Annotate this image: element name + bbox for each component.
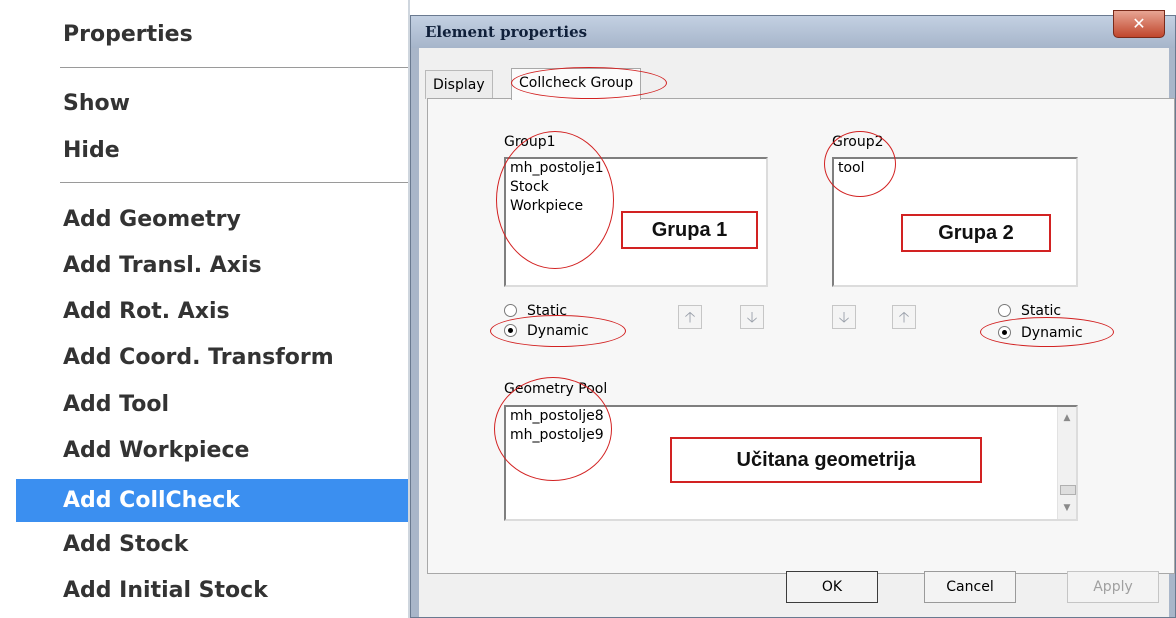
group2-listbox[interactable]: tool Grupa 2 bbox=[832, 157, 1078, 287]
menu-item-add-stock[interactable]: Add Stock bbox=[16, 525, 408, 565]
menu-item-add-initial-stock[interactable]: Add Initial Stock bbox=[16, 571, 408, 611]
apply-button[interactable]: Apply bbox=[1067, 571, 1159, 603]
annotation-box-pool: Učitana geometrija bbox=[670, 437, 982, 483]
radio-circle-icon bbox=[998, 303, 1011, 317]
arrow-down-icon: 🡣 bbox=[838, 308, 850, 326]
move-down-group1-button[interactable]: 🡣 bbox=[740, 305, 764, 329]
arrow-up-icon: 🡡 bbox=[898, 308, 910, 326]
geometry-pool-label: Geometry Pool bbox=[504, 381, 608, 397]
group1-label: Group1 bbox=[504, 134, 556, 150]
close-x-icon: ✕ bbox=[1132, 14, 1146, 33]
close-button[interactable]: ✕ bbox=[1113, 10, 1165, 38]
group1-dynamic-radio[interactable]: Dynamic bbox=[504, 321, 589, 341]
list-item[interactable]: tool bbox=[834, 159, 1076, 178]
menu-item-add-tool[interactable]: Add Tool bbox=[16, 385, 408, 425]
radio-selected-icon bbox=[504, 323, 517, 337]
menu-item-properties[interactable]: Properties bbox=[16, 15, 408, 55]
menu-item-add-rot-axis[interactable]: Add Rot. Axis bbox=[16, 292, 408, 332]
move-up-group1-button[interactable]: 🡡 bbox=[678, 305, 702, 329]
menu-item-add-coord-transform[interactable]: Add Coord. Transform bbox=[16, 338, 408, 378]
list-item[interactable]: mh_postolje8 bbox=[506, 407, 1076, 426]
list-item[interactable]: Stock bbox=[506, 178, 766, 197]
annotation-box-group1: Grupa 1 bbox=[621, 211, 758, 249]
arrow-down-icon: 🡣 bbox=[746, 308, 758, 326]
move-up-group2-button[interactable]: 🡡 bbox=[892, 305, 916, 329]
ok-button[interactable]: OK bbox=[786, 571, 878, 603]
group2-dynamic-radio[interactable]: Dynamic bbox=[998, 323, 1083, 343]
group2-label: Group2 bbox=[832, 134, 884, 150]
scroll-down-icon[interactable]: ▼ bbox=[1058, 499, 1076, 517]
radio-circle-icon bbox=[504, 303, 517, 317]
element-properties-dialog: Element properties ✕ Display Collcheck G… bbox=[410, 10, 1176, 618]
list-item[interactable]: mh_postolje1 bbox=[506, 159, 766, 178]
scroll-up-icon[interactable]: ▲ bbox=[1058, 409, 1076, 427]
scroll-thumb[interactable] bbox=[1060, 485, 1076, 495]
tab-display[interactable]: Display bbox=[425, 70, 493, 99]
menu-item-add-geometry[interactable]: Add Geometry bbox=[16, 200, 408, 240]
collcheck-group-panel: Group1 mh_postolje1 Stock Workpiece Grup… bbox=[427, 98, 1175, 574]
menu-item-add-collcheck[interactable]: Add CollCheck bbox=[16, 479, 408, 522]
menu-item-add-transl-axis[interactable]: Add Transl. Axis bbox=[16, 246, 408, 286]
group1-static-radio[interactable]: Static bbox=[504, 301, 567, 321]
tab-collcheck-group[interactable]: Collcheck Group bbox=[511, 68, 642, 100]
move-down-group2-button[interactable]: 🡣 bbox=[832, 305, 856, 329]
context-menu: Properties Show Hide Add Geometry Add Tr… bbox=[0, 0, 410, 618]
cancel-button[interactable]: Cancel bbox=[924, 571, 1016, 603]
dialog-client-area: Display Collcheck Group Group1 mh_postol… bbox=[419, 48, 1175, 617]
menu-item-add-workpiece[interactable]: Add Workpiece bbox=[16, 431, 408, 471]
menu-separator bbox=[60, 67, 410, 68]
group2-static-radio[interactable]: Static bbox=[998, 301, 1061, 321]
menu-item-hide[interactable]: Hide bbox=[16, 131, 408, 171]
dialog-title: Element properties bbox=[425, 23, 588, 41]
pool-scrollbar[interactable]: ▲ ▼ bbox=[1057, 407, 1076, 519]
menu-item-show[interactable]: Show bbox=[16, 84, 408, 124]
geometry-pool-listbox[interactable]: mh_postolje8 mh_postolje9 Učitana geomet… bbox=[504, 405, 1078, 521]
radio-selected-icon bbox=[998, 325, 1011, 339]
arrow-up-icon: 🡡 bbox=[684, 308, 696, 326]
group1-listbox[interactable]: mh_postolje1 Stock Workpiece Grupa 1 bbox=[504, 157, 768, 287]
dialog-titlebar[interactable]: Element properties ✕ bbox=[411, 10, 1175, 48]
menu-separator bbox=[60, 182, 410, 183]
annotation-box-group2: Grupa 2 bbox=[901, 214, 1051, 252]
